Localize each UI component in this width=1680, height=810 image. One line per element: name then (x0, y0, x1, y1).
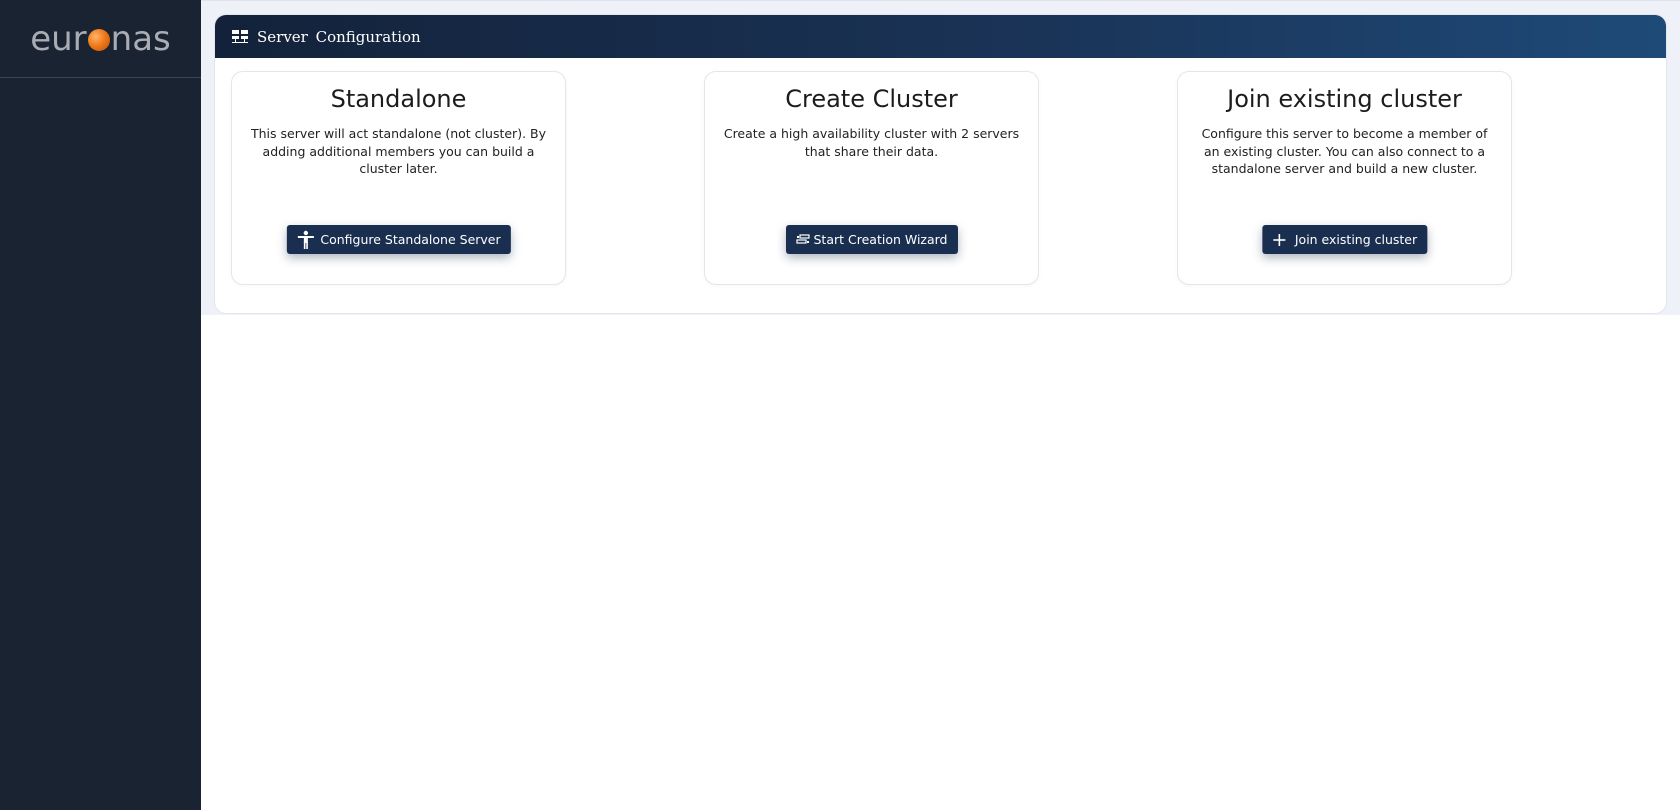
plus-icon (1272, 233, 1286, 247)
button-label: Start Creation Wizard (813, 232, 948, 247)
button-label: Configure Standalone Server (320, 232, 501, 247)
card-description: Create a high availability cluster with … (723, 126, 1020, 159)
card-create-cluster: Create Cluster Create a high availabilit… (704, 71, 1039, 285)
card-description: This server will act standalone (not clu… (250, 126, 546, 176)
join-existing-cluster-button[interactable]: Join existing cluster (1261, 225, 1428, 254)
logo[interactable]: eur nas (0, 0, 201, 78)
card-title: Standalone (330, 85, 467, 113)
panel-header: Server Configuration (215, 15, 1666, 58)
logo-text-right: nas (110, 18, 171, 59)
logo-text-left: eur (30, 18, 87, 59)
card-title: Join existing cluster (1227, 85, 1462, 113)
card-join-cluster: Join existing cluster Configure this ser… (1177, 71, 1512, 285)
logo-orb-icon (87, 28, 110, 51)
server-config-icon (231, 29, 249, 45)
card-title: Create Cluster (785, 85, 958, 113)
cluster-icon (795, 233, 810, 246)
card-description: Configure this server to become a member… (1201, 126, 1488, 176)
start-creation-wizard-button[interactable]: Start Creation Wizard (785, 225, 958, 254)
sidebar: eur nas (0, 0, 201, 810)
card-standalone: Standalone This server will act standalo… (231, 71, 566, 285)
panel-title: Server Configuration (257, 27, 421, 46)
button-label: Join existing cluster (1294, 232, 1418, 247)
brand-logo: eur nas (30, 19, 171, 59)
person-icon (296, 230, 314, 250)
configure-standalone-button[interactable]: Configure Standalone Server (286, 225, 511, 254)
